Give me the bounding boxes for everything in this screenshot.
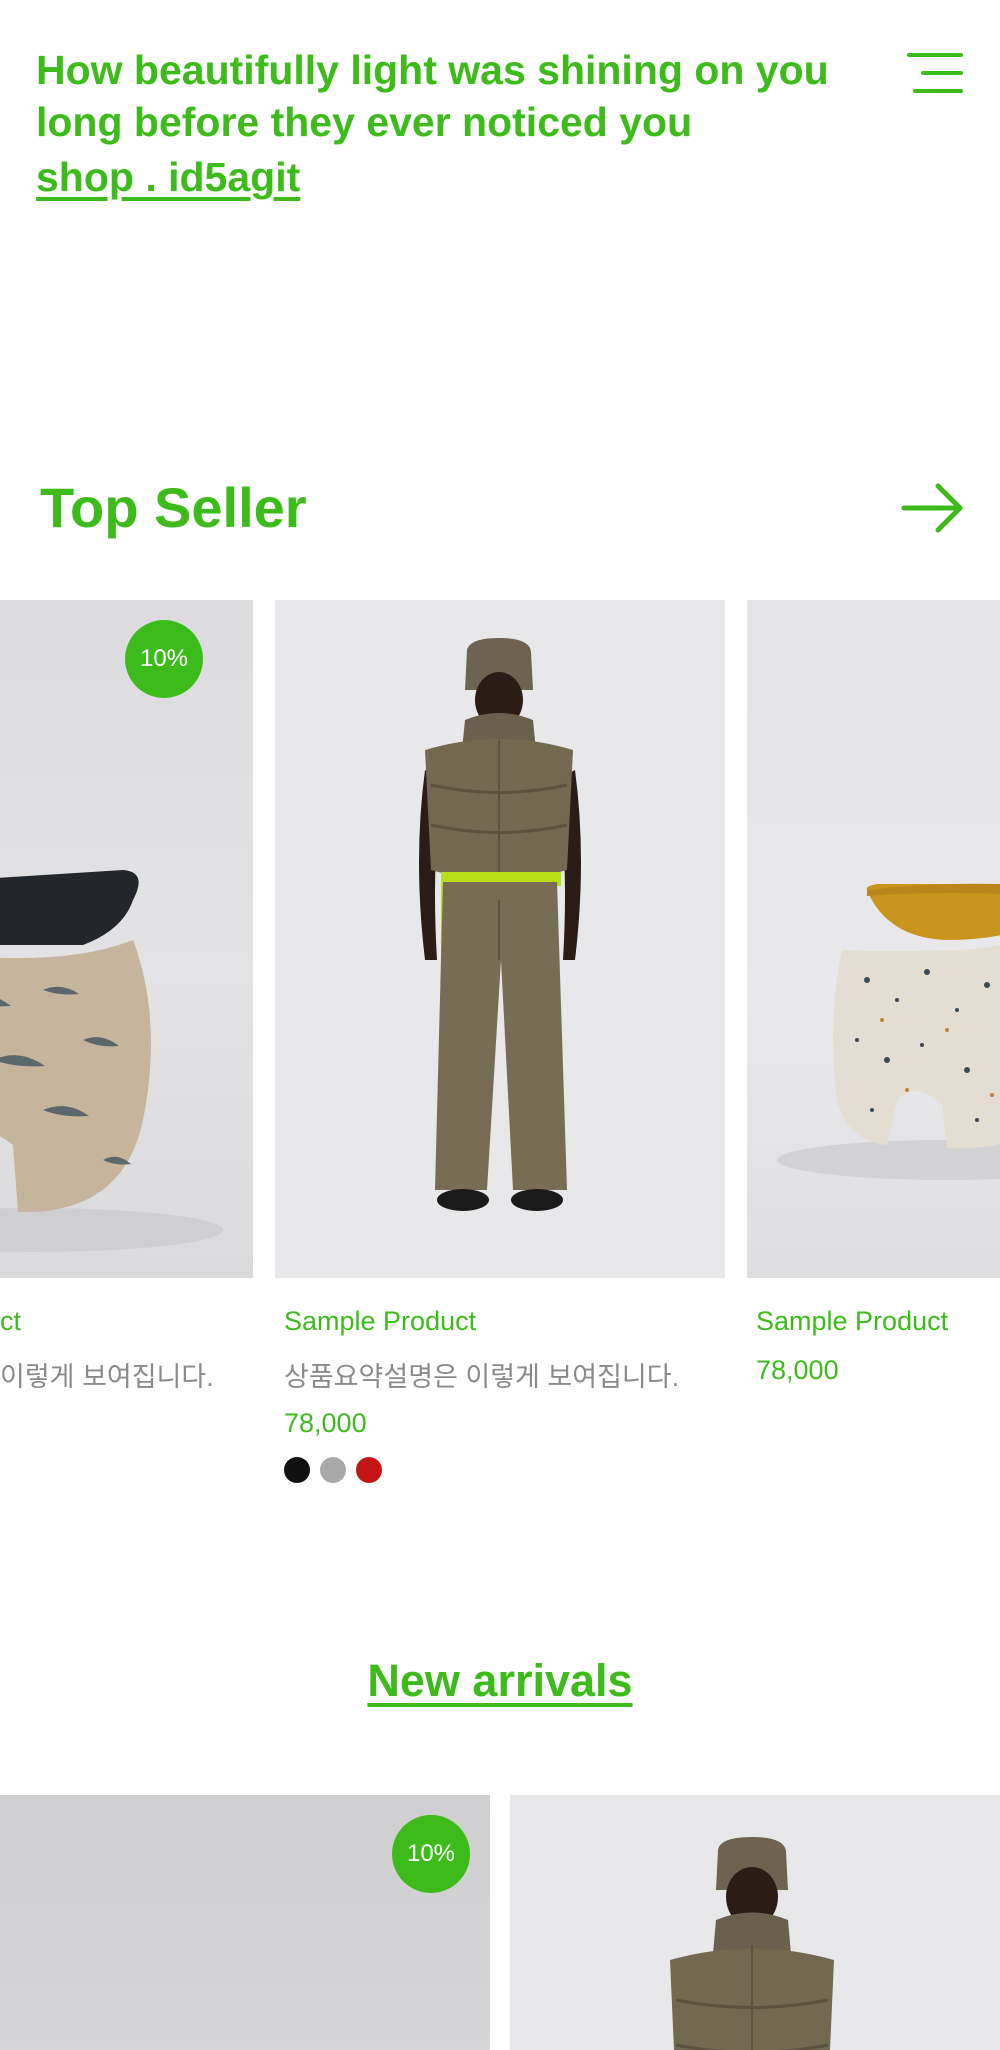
header: How beautifully light was shining on you… (36, 44, 836, 201)
product-name[interactable]: ct (0, 1306, 253, 1337)
top-seller-title: Top Seller (40, 476, 307, 539)
product-name[interactable]: Sample Product (747, 1306, 1000, 1337)
product-image[interactable]: 10% (0, 1795, 490, 2050)
product-description: 상품요약설명은 이렇게 보여집니다. (284, 1362, 680, 1392)
swatch-black[interactable] (284, 1457, 310, 1483)
product-image[interactable] (275, 600, 725, 1278)
top-seller-carousel[interactable]: 10% ct 이렇게 보여집니다. Sample Product 상품요약설명은… (0, 600, 1000, 1500)
swatch-red[interactable] (356, 1457, 382, 1483)
product-card[interactable]: 10% ct 이렇게 보여집니다. (0, 600, 253, 1394)
new-arrivals-link[interactable]: New arrivals (367, 1655, 632, 1706)
page-tagline: How beautifully light was shining on you… (36, 47, 829, 145)
model-puffer-vest-image (419, 638, 581, 1211)
product-description: 이렇게 보여집니다. (0, 1362, 214, 1392)
discount-badge: 10% (392, 1815, 470, 1893)
product-image[interactable] (747, 600, 1000, 1278)
product-image[interactable]: 10% (0, 600, 253, 1278)
discount-badge: 10% (125, 620, 203, 698)
product-price: 78,000 (756, 1355, 839, 1385)
sculpture-stool-image (0, 870, 223, 1252)
product-name[interactable]: Sample Product (275, 1306, 725, 1337)
new-arrivals-heading: New arrivals (0, 1655, 1000, 1707)
product-card[interactable]: Sample Product 상품요약설명은 이렇게 보여집니다. 78,000 (275, 600, 725, 1483)
product-card[interactable]: Sample Product 78,000 (747, 600, 1000, 1386)
terrazzo-stool-image (777, 883, 1000, 1180)
color-swatches (275, 1457, 725, 1483)
new-arrivals-grid: 10% (0, 1795, 1000, 2050)
menu-button[interactable] (905, 50, 965, 96)
shop-link[interactable]: shop . id5agit (36, 154, 300, 201)
hamburger-menu-icon (907, 53, 963, 93)
product-price: 78,000 (284, 1408, 367, 1438)
arrow-right-icon (901, 483, 963, 533)
swatch-grey[interactable] (320, 1457, 346, 1483)
top-seller-more-button[interactable] (900, 480, 966, 536)
product-image[interactable] (510, 1795, 1000, 2050)
model-puffer-vest-image (670, 1837, 834, 2050)
